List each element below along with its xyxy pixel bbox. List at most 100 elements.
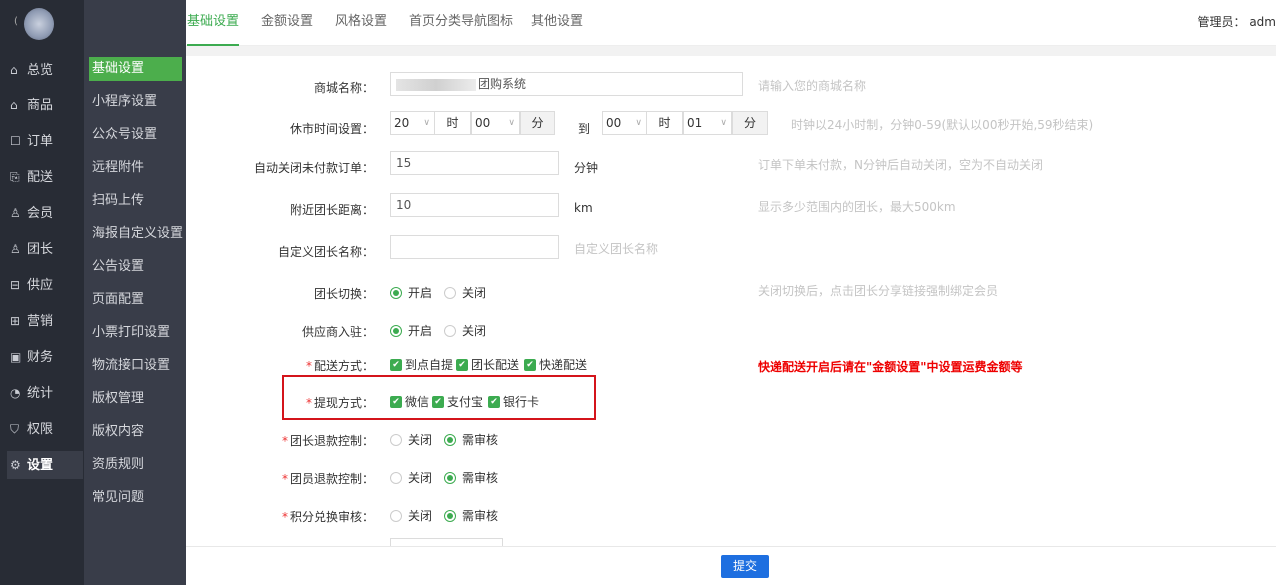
nav-item-11[interactable]: ⚙ 设置 xyxy=(7,451,83,479)
checkbox-checked-icon: ✔ xyxy=(456,358,468,371)
member-refund-label: * 团员退款控制： xyxy=(186,470,374,487)
content-top-strip xyxy=(186,46,1276,56)
auto-close-input[interactable]: 15 xyxy=(390,151,559,175)
shop-name-input[interactable]: 团购系统 xyxy=(390,72,743,96)
checkbox-checked-icon: ✔ xyxy=(390,395,402,408)
leader-refund-review-label: 需审核 xyxy=(462,433,499,447)
subnav-item-9[interactable]: 物流接口设置 xyxy=(89,354,182,378)
subnav-item-3[interactable]: 远程附件 xyxy=(89,156,182,180)
withdraw-bank-label: 银行卡 xyxy=(503,395,540,409)
supplier-join-on-radio[interactable]: 开启 xyxy=(390,322,432,339)
admin-info[interactable]: 管理员： adm xyxy=(1197,0,1276,44)
withdraw-wechat-checkbox[interactable]: ✔ 微信 xyxy=(390,393,429,410)
end-hour-select[interactable]: 00 ∨ xyxy=(602,111,647,135)
subnav-item-12[interactable]: 资质规则 xyxy=(89,453,182,477)
chevron-down-icon: ∨ xyxy=(508,118,515,128)
withdraw-label-text: 提现方式： xyxy=(313,396,374,410)
member-refund-off-label: 关闭 xyxy=(408,471,433,485)
nav-item-6[interactable]: ⊟ 供应 xyxy=(7,271,83,299)
auto-close-label: 自动关闭未付款订单： xyxy=(253,161,374,175)
subnav-item-2[interactable]: 公众号设置 xyxy=(89,123,182,147)
subnav-item-13[interactable]: 常见问题 xyxy=(89,486,182,510)
leader-refund-off-radio[interactable]: 关闭 xyxy=(390,431,432,448)
leader-switch-off-radio[interactable]: 关闭 xyxy=(444,284,486,301)
leader-switch-hint: 关闭切换后，点击团长分享链接强制绑定会员 xyxy=(758,284,999,298)
supplier-join-on-label: 开启 xyxy=(408,324,433,338)
nav-item-8[interactable]: ▣ 财务 xyxy=(7,343,83,371)
subnav-item-0[interactable]: 基础设置 xyxy=(89,57,182,81)
checkbox-checked-icon: ✔ xyxy=(488,395,500,408)
supplier-join-off-label: 关闭 xyxy=(462,324,487,338)
leader-refund-review-radio[interactable]: 需审核 xyxy=(444,431,498,448)
nav-item-10[interactable]: ⛉ 权限 xyxy=(7,415,83,443)
start-hour-value: 20 xyxy=(394,116,410,130)
member-refund-review-label: 需审核 xyxy=(462,471,499,485)
nav-item-9[interactable]: ◔ 统计 xyxy=(7,379,83,407)
nav-item-label: 设置 xyxy=(27,458,54,473)
points-review-review-label: 需审核 xyxy=(462,509,499,523)
withdraw-alipay-checkbox[interactable]: ✔ 支付宝 xyxy=(432,393,483,410)
delivery-leader-checkbox[interactable]: ✔ 团长配送 xyxy=(456,356,519,373)
auto-close-hint: 订单下单未付款，N分钟后自动关闭，空为不自动关闭 xyxy=(758,158,1043,172)
nav-item-0[interactable]: ⌂ 总览 xyxy=(7,56,83,84)
member-refund-off-radio[interactable]: 关闭 xyxy=(390,469,432,486)
delivery-pickup-checkbox[interactable]: ✔ 到点自提 xyxy=(390,356,453,373)
subnav-item-8[interactable]: 小票打印设置 xyxy=(89,321,182,345)
leader-switch-label: 团长切换： xyxy=(313,287,374,301)
nav-item-label: 总览 xyxy=(27,63,54,78)
delivery-pickup-label: 到点自提 xyxy=(405,358,454,372)
shop-name-value: 团购系统 xyxy=(478,77,527,91)
end-min-select[interactable]: 01 ∨ xyxy=(683,111,732,135)
start-hour-select[interactable]: 20 ∨ xyxy=(390,111,435,135)
withdraw-label: * 提现方式： xyxy=(186,394,374,411)
logo: ( xyxy=(14,6,58,42)
nav-item-2[interactable]: ☐ 订单 xyxy=(7,127,83,155)
nav-item-7[interactable]: ⊞ 营销 xyxy=(7,307,83,335)
marketing-icon: ⊞ xyxy=(10,314,21,328)
member-icon: ♙ xyxy=(10,206,21,220)
radio-checked-icon xyxy=(390,286,402,299)
subnav-item-7[interactable]: 页面配置 xyxy=(89,288,182,312)
nav-item-5[interactable]: ♙ 团长 xyxy=(7,235,83,263)
tab-4[interactable]: 其他设置 xyxy=(531,0,583,46)
closing-time-hint: 时钟以24小时制，分钟0-59(默认以00秒开始,59秒结束) xyxy=(791,118,1094,132)
subnav-item-1[interactable]: 小程序设置 xyxy=(89,90,182,114)
leader-switch-on-label: 开启 xyxy=(408,286,433,300)
tab-0[interactable]: 基础设置 xyxy=(187,0,240,46)
tab-3[interactable]: 首页分类导航图标 xyxy=(409,0,513,46)
nav-item-1[interactable]: ⌂ 商品 xyxy=(7,91,83,119)
leader-distance-input[interactable]: 10 xyxy=(390,193,559,217)
subnav-item-4[interactable]: 扫码上传 xyxy=(89,189,182,213)
tab-2[interactable]: 风格设置 xyxy=(335,0,387,46)
end-min-value: 01 xyxy=(687,116,703,130)
points-review-off-label: 关闭 xyxy=(408,509,433,523)
leader-name-input[interactable] xyxy=(390,235,559,259)
points-review-review-radio[interactable]: 需审核 xyxy=(444,507,498,524)
radio-unchecked-icon xyxy=(390,509,402,522)
points-review-off-radio[interactable]: 关闭 xyxy=(390,507,432,524)
subnav-item-6[interactable]: 公告设置 xyxy=(89,255,182,279)
withdraw-bank-checkbox[interactable]: ✔ 银行卡 xyxy=(488,393,539,410)
tab-1[interactable]: 金额设置 xyxy=(261,0,313,46)
supplier-join-off-radio[interactable]: 关闭 xyxy=(444,322,486,339)
required-mark: * xyxy=(281,472,288,486)
radio-unchecked-icon xyxy=(390,471,402,484)
subnav-item-5[interactable]: 海报自定义设置 xyxy=(89,222,183,246)
chevron-down-icon: ∨ xyxy=(635,118,642,128)
end-hour-value: 00 xyxy=(606,116,622,130)
avatar xyxy=(24,8,54,40)
nav-item-label: 会员 xyxy=(27,206,54,221)
submit-button[interactable]: 提交 xyxy=(721,555,769,578)
delivery-express-checkbox[interactable]: ✔ 快递配送 xyxy=(524,356,587,373)
leader-switch-on-radio[interactable]: 开启 xyxy=(390,284,432,301)
start-min-select[interactable]: 00 ∨ xyxy=(471,111,520,135)
withdraw-alipay-label: 支付宝 xyxy=(447,395,484,409)
subnav-item-10[interactable]: 版权管理 xyxy=(89,387,182,411)
nav-item-3[interactable]: ⎘ 配送 xyxy=(7,163,83,191)
goods-icon: ⌂ xyxy=(10,98,18,112)
member-refund-review-radio[interactable]: 需审核 xyxy=(444,469,498,486)
order-icon: ☐ xyxy=(10,134,21,148)
nav-item-4[interactable]: ♙ 会员 xyxy=(7,199,83,227)
radio-checked-icon xyxy=(390,324,402,337)
subnav-item-11[interactable]: 版权内容 xyxy=(89,420,182,444)
